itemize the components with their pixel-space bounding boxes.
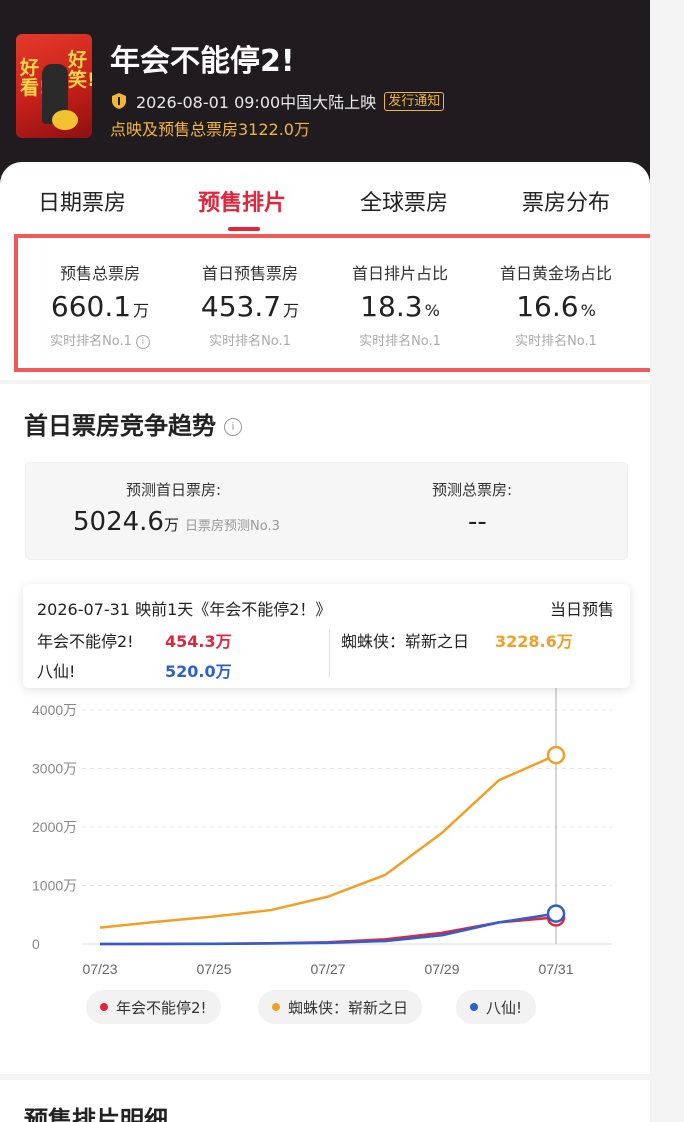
- poster-text-left: 好看!: [20, 57, 48, 99]
- info-icon[interactable]: i: [135, 334, 150, 349]
- tooltip-series-name: 八仙!: [37, 662, 76, 681]
- predicted-first-day-value: 5024.6万 日票房预测No.3: [73, 507, 280, 537]
- tooltip-divider: [329, 628, 330, 678]
- y-tick-label: 0: [32, 936, 40, 952]
- stat-rank: 实时排名No.1 i: [20, 330, 180, 349]
- tab-daily-box-office[interactable]: 日期票房: [38, 185, 126, 217]
- legend-label: 蜘蛛侠：崭新之日: [288, 998, 409, 1017]
- legend-label: 年会不能停2!: [116, 998, 207, 1017]
- stat-value: 18.3%: [360, 290, 440, 323]
- stat-value: 16.6%: [516, 290, 596, 323]
- tooltip-series-name: 蜘蛛侠：崭新之日: [341, 632, 470, 651]
- right-gutter: [650, 0, 684, 1122]
- presale-detail-card: 预售排片明细: [0, 1080, 650, 1122]
- release-date: 2026-08-01 09:00中国大陆上映: [136, 93, 377, 112]
- tooltip-date: 2026-07-31 映前1天《年会不能停2！》: [37, 600, 332, 619]
- trend-section-title: 首日票房竞争趋势 i: [24, 406, 242, 441]
- legend-item-series-1[interactable]: 年会不能停2!: [86, 990, 221, 1024]
- active-tab-indicator: [228, 227, 260, 231]
- tab-presale-schedule[interactable]: 预售排片: [198, 185, 286, 217]
- x-tick-label: 07/31: [538, 961, 573, 977]
- prediction-panel: 预测首日票房: 5024.6万 日票房预测No.3 预测总票房: --: [25, 462, 628, 560]
- tooltip-presale-label: 当日预售: [549, 600, 614, 619]
- release-notice-tag[interactable]: 发行通知: [384, 91, 445, 111]
- legend-dot: [100, 1003, 108, 1011]
- app-screen: 好看! 好笑! 年会不能停2! 2026-08-01 09:00中国大陆上映 发…: [0, 0, 650, 1122]
- presale-total-text: 点映及预售总票房3122.0万: [110, 120, 310, 139]
- poster-text-right: 好笑!: [68, 49, 92, 91]
- stat-rank: 实时排名No.1: [209, 334, 291, 349]
- legend-item-series-2[interactable]: 蜘蛛侠：崭新之日: [258, 990, 423, 1024]
- movie-poster[interactable]: 好看! 好笑!: [16, 34, 92, 138]
- stat-value: 453.7 万: [200, 290, 300, 323]
- presale-stats-panel: 预售总票房 660.1 万 实时排名No.1 i 首日预售票房 453.7 万 实时排…: [14, 234, 650, 372]
- movie-title: 年会不能停2!: [110, 44, 295, 79]
- data-point-marker: [546, 745, 566, 765]
- stat-first-day-presale[interactable]: 首日预售票房 453.7 万 实时排名No.1: [170, 260, 330, 349]
- x-tick-label: 07/23: [82, 961, 117, 977]
- tooltip-series-name: 年会不能停2!: [37, 632, 134, 651]
- chart-tooltip: 2026-07-31 映前1天《年会不能停2！》 当日预售 年会不能停2! 45…: [23, 584, 630, 688]
- shield-icon: [112, 93, 126, 109]
- stat-rank: 实时排名No.1: [515, 334, 597, 349]
- stat-presale-total[interactable]: 预售总票房 660.1 万 实时排名No.1 i: [20, 260, 180, 349]
- stat-label: 首日黄金场占比: [499, 264, 612, 283]
- trend-line-chart[interactable]: 0 1000万 2000万 3000万 4000万 07/23 07/25 07/27 07/2…: [0, 684, 650, 984]
- predicted-total-value: --: [468, 507, 487, 537]
- poster-badge: [52, 110, 78, 130]
- tooltip-series-value: 454.3万: [165, 632, 232, 651]
- y-tick-label: 2000万: [32, 819, 77, 835]
- predicted-first-day-label: 预测首日票房:: [126, 481, 222, 499]
- stat-label: 预售总票房: [59, 264, 140, 283]
- predicted-total-label: 预测总票房:: [432, 481, 513, 499]
- tooltip-series-value: 3228.6万: [495, 632, 573, 651]
- tab-global-box-office[interactable]: 全球票房: [360, 185, 448, 217]
- legend-dot: [272, 1003, 280, 1011]
- x-tick-label: 07/29: [424, 961, 459, 977]
- info-icon[interactable]: i: [224, 418, 242, 436]
- data-point-marker: [546, 904, 566, 923]
- stat-value: 660.1 万: [50, 290, 150, 323]
- y-tick-label: 1000万: [32, 878, 77, 894]
- tooltip-series-value: 520.0万: [165, 662, 232, 681]
- trend-card: 首日票房竞争趋势 i 预测首日票房: 5024.6万 日票房预测No.3 预测总票房…: [0, 384, 650, 1074]
- legend-label: 八仙!: [486, 998, 523, 1017]
- stat-first-day-schedule-share[interactable]: 首日排片占比 18.3% 实时排名No.1: [320, 260, 480, 349]
- stat-label: 首日预售票房: [201, 264, 298, 283]
- series-line: [99, 753, 557, 929]
- series-line: [99, 912, 557, 946]
- x-tick-label: 07/27: [310, 961, 345, 977]
- presale-detail-title: 预售排片明细: [24, 1106, 168, 1122]
- y-tick-label: 3000万: [32, 761, 77, 777]
- stat-first-day-golden-share[interactable]: 首日黄金场占比 16.6% 实时排名No.1: [476, 260, 636, 349]
- stat-rank: 实时排名No.1: [359, 334, 441, 349]
- tab-box-office-distribution[interactable]: 票房分布: [522, 185, 610, 217]
- stat-label: 首日排片占比: [351, 264, 448, 283]
- legend-dot: [470, 1003, 478, 1011]
- y-tick-label: 4000万: [32, 702, 77, 718]
- release-info-row: 2026-08-01 09:00中国大陆上映 发行通知: [110, 90, 445, 112]
- legend-item-series-3[interactable]: 八仙!: [456, 990, 537, 1024]
- x-tick-label: 07/25: [196, 961, 231, 977]
